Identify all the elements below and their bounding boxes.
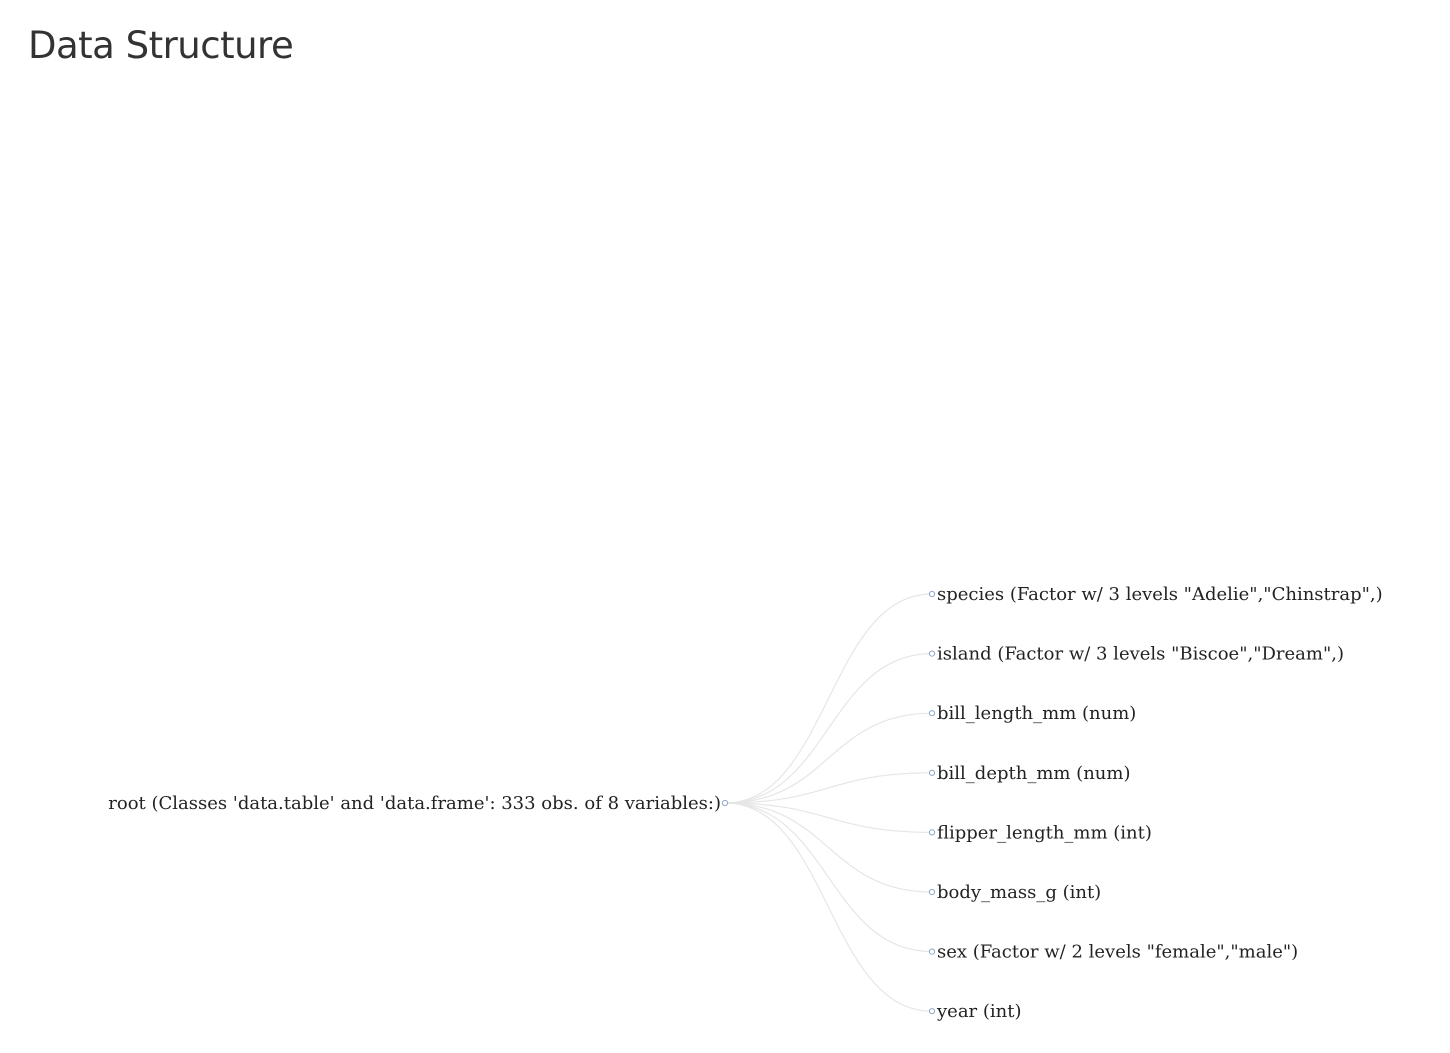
tree-node-dot[interactable] — [928, 710, 936, 717]
tree-link — [724, 593, 933, 804]
tree-node-dot[interactable] — [928, 590, 936, 598]
tree-node-label: year (int) — [936, 1001, 1022, 1022]
tree-links — [724, 593, 933, 1012]
tree-node-dot[interactable] — [928, 829, 936, 836]
tree-node-dot[interactable] — [928, 769, 936, 776]
tree-child-node[interactable]: body_mass_g (int) — [928, 882, 1101, 903]
tree-link — [724, 802, 933, 953]
tree-child-nodes: species (Factor w/ 3 levels "Adelie","Ch… — [928, 584, 1383, 1022]
tree-node-label: island (Factor w/ 3 levels "Biscoe","Dre… — [937, 644, 1344, 665]
tree-link — [724, 802, 933, 833]
tree-node-dot[interactable] — [928, 1008, 936, 1015]
tree-link — [724, 772, 933, 804]
tree-link — [724, 802, 933, 893]
tree-link — [724, 802, 933, 1012]
tree-child-node[interactable]: sex (Factor w/ 2 levels "female","male") — [928, 942, 1298, 963]
tree-child-node[interactable]: species (Factor w/ 3 levels "Adelie","Ch… — [928, 584, 1383, 605]
tree-node-label: species (Factor w/ 3 levels "Adelie","Ch… — [937, 584, 1383, 605]
tree-link — [724, 653, 933, 804]
tree-root-label: root (Classes 'data.table' and 'data.fra… — [108, 793, 721, 814]
tree-child-node[interactable]: bill_depth_mm (num) — [928, 763, 1130, 784]
tree-root-dot[interactable] — [721, 799, 729, 807]
tree-node-label: flipper_length_mm (int) — [937, 822, 1152, 843]
tree-diagram: root (Classes 'data.table' and 'data.fra… — [108, 584, 1383, 1022]
tree-node-label: body_mass_g (int) — [937, 882, 1101, 903]
tree-child-node[interactable]: flipper_length_mm (int) — [928, 822, 1152, 843]
tree-child-node[interactable]: year (int) — [928, 1001, 1022, 1022]
tree-node-dot[interactable] — [928, 650, 936, 657]
tree-link — [724, 712, 933, 804]
tree-node-label: bill_depth_mm (num) — [937, 763, 1130, 784]
tree-node-label: bill_length_mm (num) — [937, 703, 1136, 724]
tree-child-node[interactable]: island (Factor w/ 3 levels "Biscoe","Dre… — [928, 644, 1344, 665]
tree-node-dot[interactable] — [928, 948, 936, 955]
tree-root-node[interactable]: root (Classes 'data.table' and 'data.fra… — [108, 793, 729, 814]
tree-child-node[interactable]: bill_length_mm (num) — [928, 703, 1136, 724]
tree-node-dot[interactable] — [928, 888, 936, 896]
tree-node-label: sex (Factor w/ 2 levels "female","male") — [937, 942, 1298, 963]
